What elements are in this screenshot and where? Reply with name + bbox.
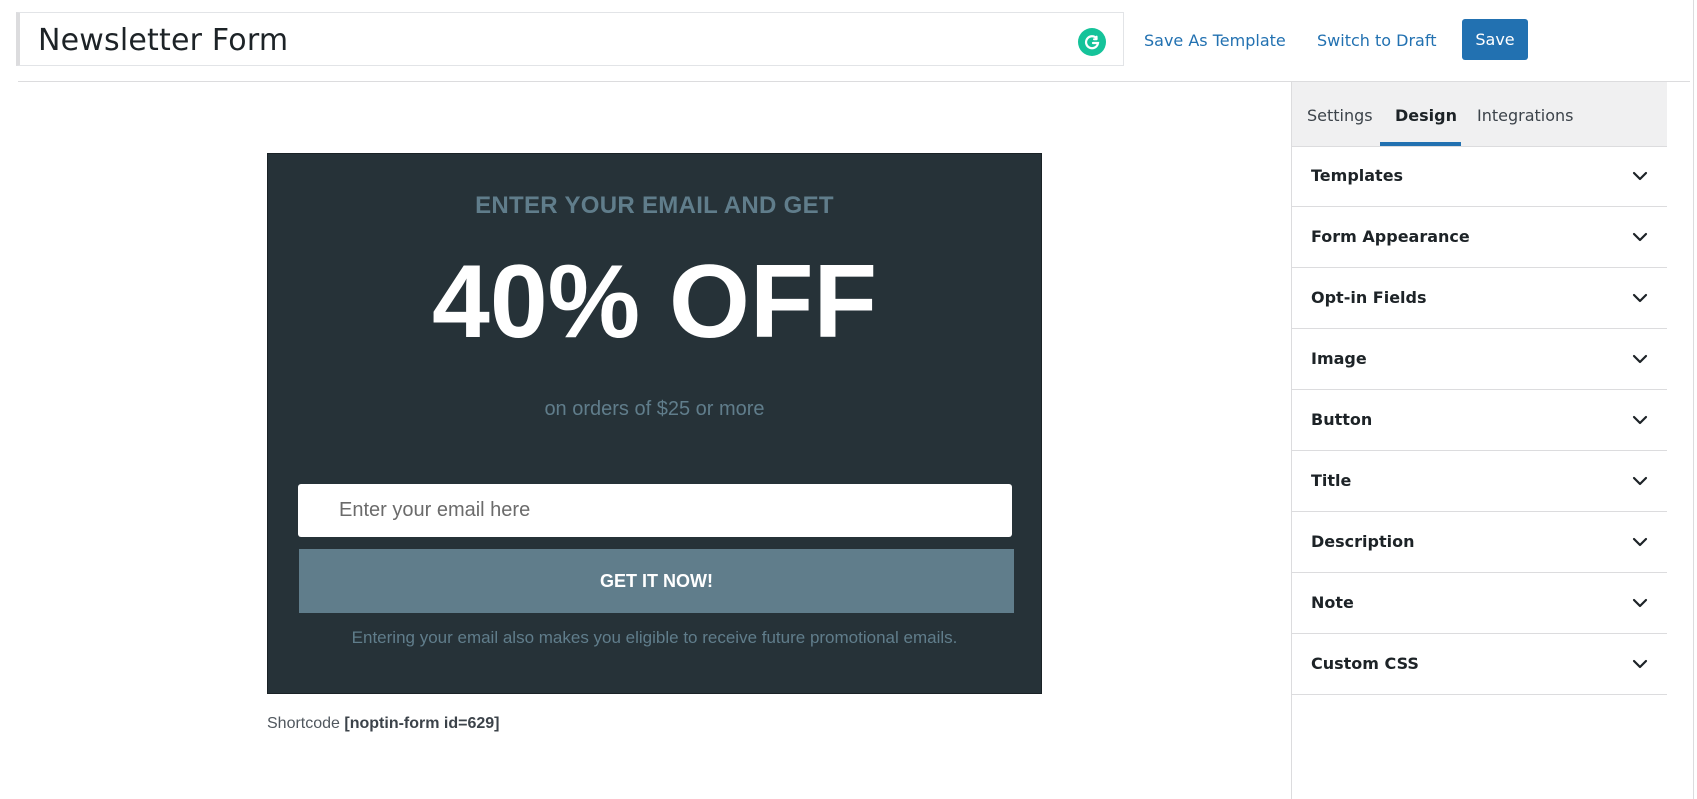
section-templates[interactable]: Templates xyxy=(1292,146,1667,207)
section-title[interactable]: Title xyxy=(1292,451,1667,512)
chevron-down-icon xyxy=(1632,476,1648,486)
section-description[interactable]: Description xyxy=(1292,512,1667,573)
design-sidebar: Settings Design Integrations Templates F… xyxy=(1291,82,1667,799)
chevron-down-icon xyxy=(1632,537,1648,547)
preview-note[interactable]: Entering your email also makes you eligi… xyxy=(268,628,1041,648)
get-it-now-button[interactable]: GET IT NOW! xyxy=(299,549,1014,613)
section-opt-in-fields[interactable]: Opt-in Fields xyxy=(1292,268,1667,329)
save-button[interactable]: Save xyxy=(1462,19,1528,60)
chevron-down-icon xyxy=(1632,171,1648,181)
shortcode-line: Shortcode [noptin-form id=629] xyxy=(267,715,500,733)
preview-top-text[interactable]: ENTER YOUR EMAIL AND GET xyxy=(268,192,1041,220)
email-input[interactable] xyxy=(298,484,1012,537)
section-label: Templates xyxy=(1311,166,1404,185)
section-label: Form Appearance xyxy=(1311,227,1470,246)
chevron-down-icon xyxy=(1632,415,1648,425)
section-label: Image xyxy=(1311,349,1367,368)
form-preview: ENTER YOUR EMAIL AND GET 40% OFF on orde… xyxy=(267,153,1042,694)
section-label: Button xyxy=(1311,410,1373,429)
section-button[interactable]: Button xyxy=(1292,390,1667,451)
tab-settings[interactable]: Settings xyxy=(1307,106,1373,125)
preview-sub-text[interactable]: on orders of $25 or more xyxy=(268,398,1041,421)
chevron-down-icon xyxy=(1632,598,1648,608)
section-form-appearance[interactable]: Form Appearance xyxy=(1292,207,1667,268)
shortcode-value: [noptin-form id=629] xyxy=(344,715,500,732)
section-custom-css[interactable]: Custom CSS xyxy=(1292,634,1667,695)
section-label: Title xyxy=(1311,471,1352,490)
section-label: Custom CSS xyxy=(1311,654,1419,673)
chevron-down-icon xyxy=(1632,354,1648,364)
shortcode-label: Shortcode xyxy=(267,715,340,732)
preview-big-text[interactable]: 40% OFF xyxy=(268,250,1041,354)
grammarly-icon[interactable] xyxy=(1078,28,1106,56)
chevron-down-icon xyxy=(1632,293,1648,303)
tab-integrations[interactable]: Integrations xyxy=(1477,106,1574,125)
form-title[interactable]: Newsletter Form xyxy=(38,23,288,58)
chevron-down-icon xyxy=(1632,232,1648,242)
tab-design[interactable]: Design xyxy=(1395,106,1457,125)
right-edge-divider xyxy=(1693,0,1694,799)
save-as-template-link[interactable]: Save As Template xyxy=(1144,31,1286,50)
section-note[interactable]: Note xyxy=(1292,573,1667,634)
sidebar-tabs: Settings Design Integrations xyxy=(1292,82,1667,147)
switch-to-draft-link[interactable]: Switch to Draft xyxy=(1317,31,1436,50)
section-label: Description xyxy=(1311,532,1415,551)
section-label: Opt-in Fields xyxy=(1311,288,1427,307)
chevron-down-icon xyxy=(1632,659,1648,669)
section-label: Note xyxy=(1311,593,1354,612)
section-image[interactable]: Image xyxy=(1292,329,1667,390)
form-title-field[interactable]: Newsletter Form xyxy=(16,12,1124,66)
